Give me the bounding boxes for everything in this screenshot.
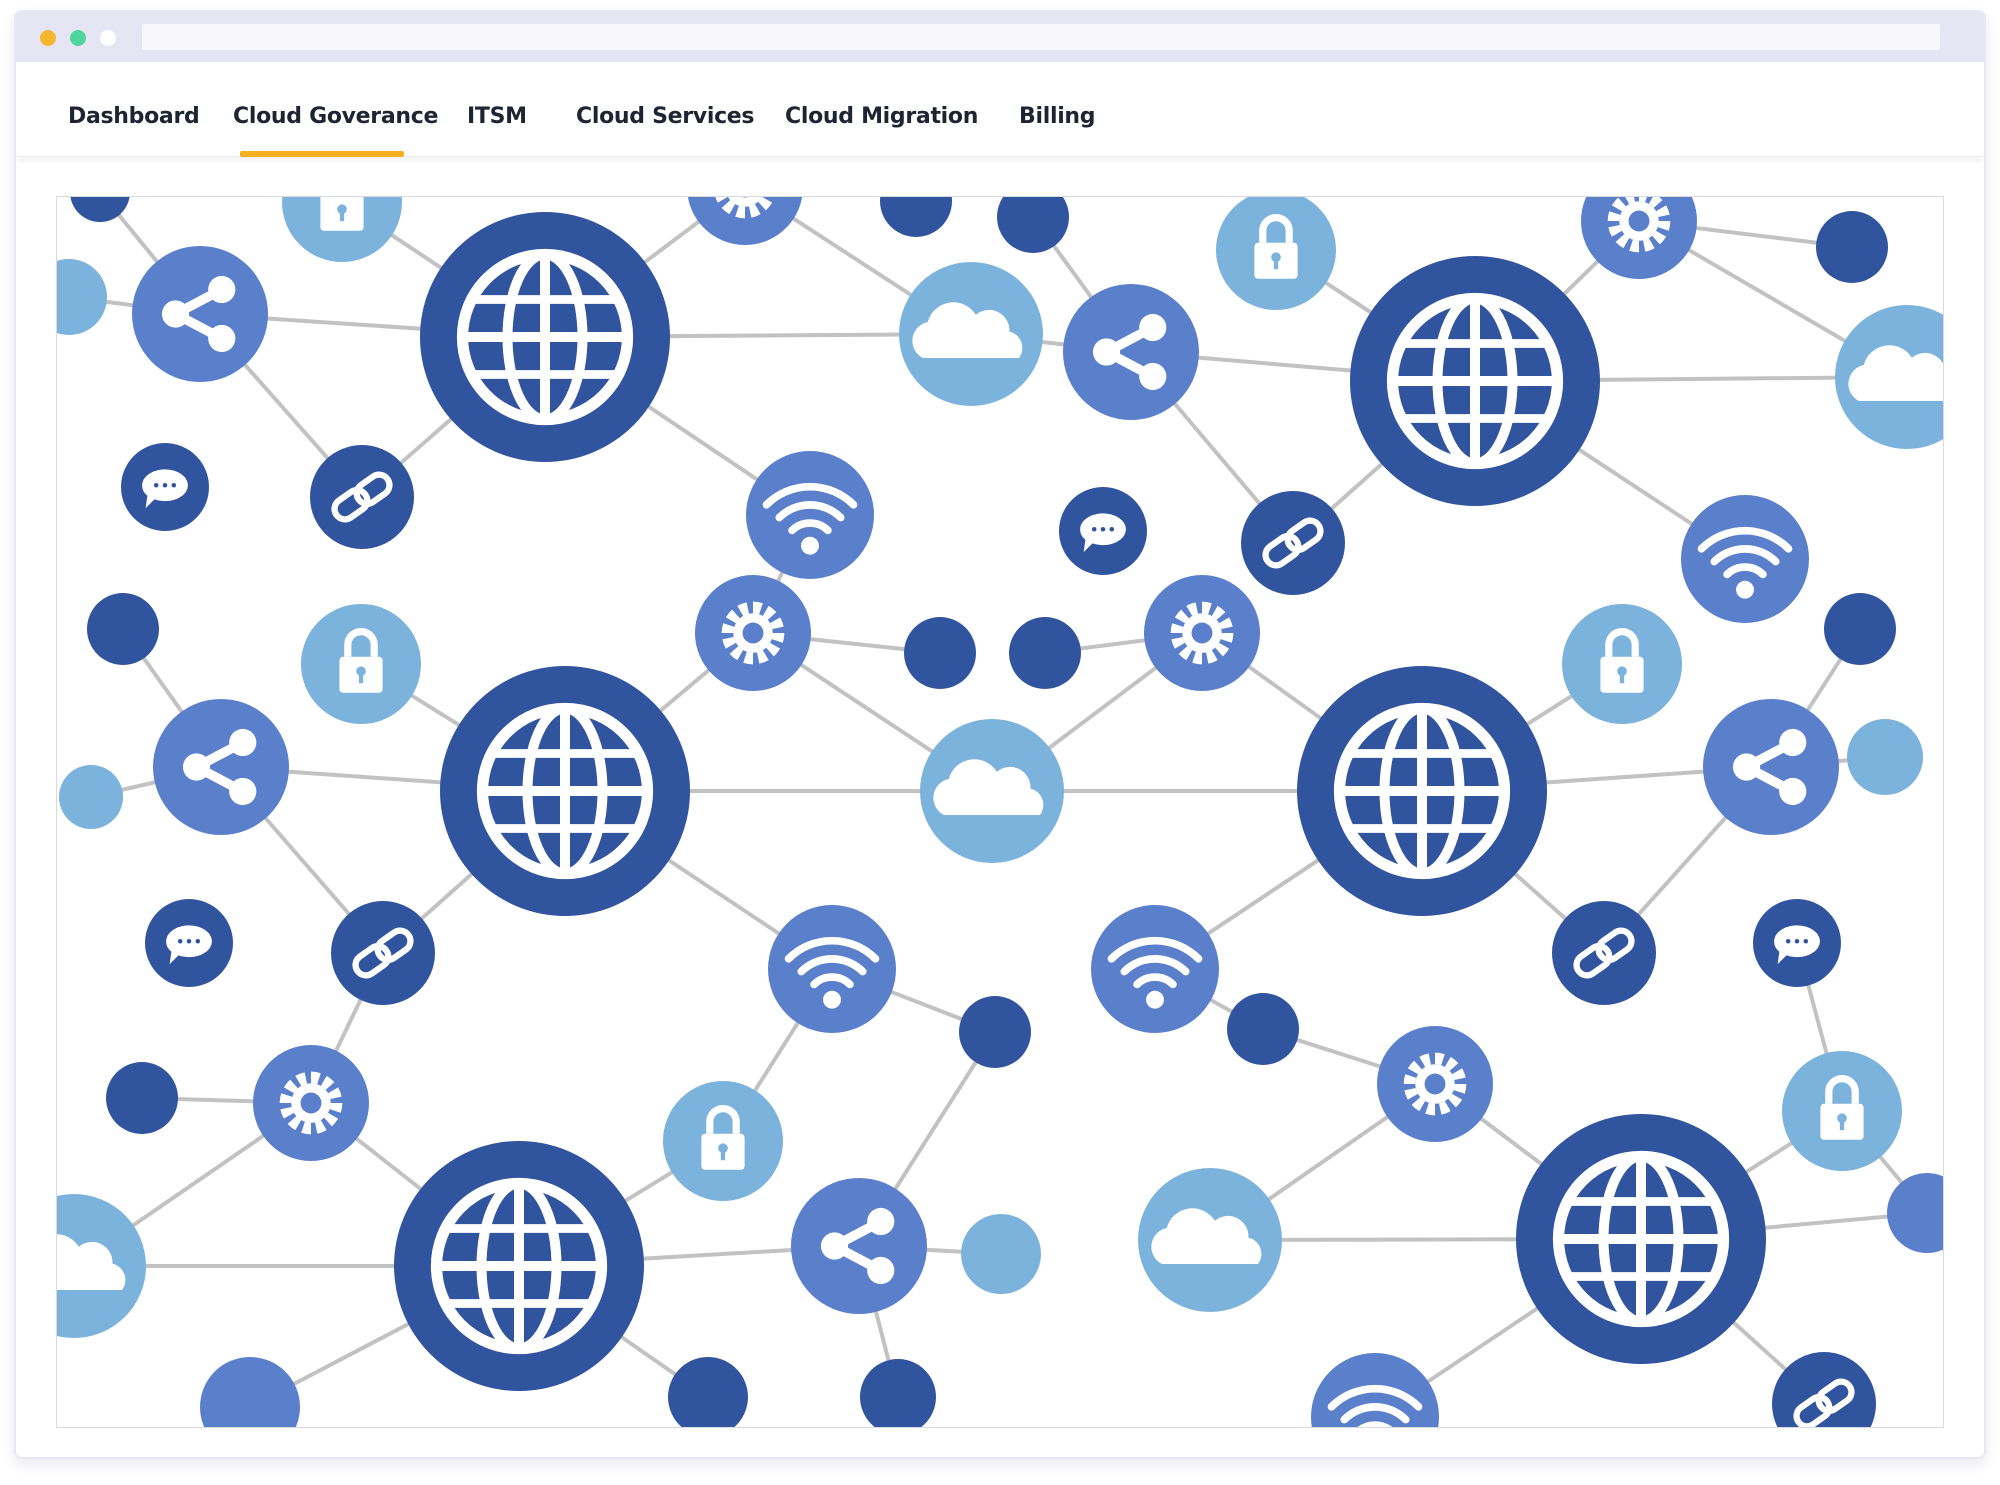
lock-icon [301,604,421,724]
nav-item-dashboard[interactable]: Dashboard [68,104,200,129]
globe-icon [1516,1114,1766,1364]
network-node [1816,211,1888,283]
share-icon [1703,699,1839,835]
network-node [59,765,123,829]
lock-icon [1782,1051,1902,1171]
network-node [57,259,107,335]
nav-item-cloud-migration[interactable]: Cloud Migration [785,104,978,129]
cloud-icon [57,1194,146,1338]
network-node [961,1214,1041,1294]
network-node [959,996,1031,1068]
chat-icon [121,443,209,531]
cloud-icon [920,719,1064,863]
gear-icon [1581,197,1697,279]
wifi-icon [768,905,896,1033]
gear-icon [253,1045,369,1161]
globe-icon [440,666,690,916]
link-icon [1552,901,1656,1005]
wifi-icon [746,451,874,579]
network-node [997,197,1069,253]
nav-item-cloud-governance[interactable]: Cloud Goverance [233,104,438,129]
wifi-icon [1311,1353,1439,1427]
globe-icon [420,212,670,462]
network-node [1227,993,1299,1065]
address-bar[interactable] [142,24,1940,50]
nav-item-billing[interactable]: Billing [1019,104,1096,129]
network-node [1887,1173,1943,1253]
network-node [106,1062,178,1134]
wifi-icon [1681,495,1809,623]
lock-icon [663,1081,783,1201]
share-icon [791,1178,927,1314]
wifi-icon [1091,905,1219,1033]
chat-icon [1753,899,1841,987]
globe-icon [394,1141,644,1391]
network-node [880,197,952,237]
globe-icon [1350,256,1600,506]
link-icon [1241,491,1345,595]
network-node [1847,719,1923,795]
network-node [87,593,159,665]
active-tab-indicator [240,151,404,157]
link-icon [1772,1352,1876,1427]
maximize-window-button[interactable] [100,30,116,46]
gear-icon [1377,1026,1493,1142]
cloud-icon [1138,1168,1282,1312]
link-icon [310,445,414,549]
main-nav: Dashboard Cloud Goverance ITSM Cloud Ser… [16,62,1984,157]
globe-icon [1297,666,1547,916]
network-node [668,1357,748,1427]
minimize-window-button[interactable] [70,30,86,46]
share-icon [132,246,268,382]
close-window-button[interactable] [40,30,56,46]
network-node [860,1359,936,1427]
nav-item-cloud-services[interactable]: Cloud Services [576,104,755,129]
lock-icon [282,197,402,262]
chat-icon [145,899,233,987]
cloud-icon [1835,305,1943,449]
network-node [904,617,976,689]
network-illustration [56,196,1944,1428]
gear-icon [687,197,803,245]
link-icon [331,901,435,1005]
share-icon [153,699,289,835]
network-node [1009,617,1081,689]
lock-icon [1216,197,1336,310]
nav-item-itsm[interactable]: ITSM [467,104,527,129]
browser-window: Dashboard Cloud Goverance ITSM Cloud Ser… [14,10,1986,1459]
network-node [200,1357,300,1427]
network-node [1824,593,1896,665]
browser-titlebar [16,12,1984,62]
gear-icon [1144,575,1260,691]
gear-icon [695,575,811,691]
network-diagram [57,197,1943,1427]
lock-icon [1562,604,1682,724]
share-icon [1063,284,1199,420]
cloud-icon [899,262,1043,406]
chat-icon [1059,487,1147,575]
